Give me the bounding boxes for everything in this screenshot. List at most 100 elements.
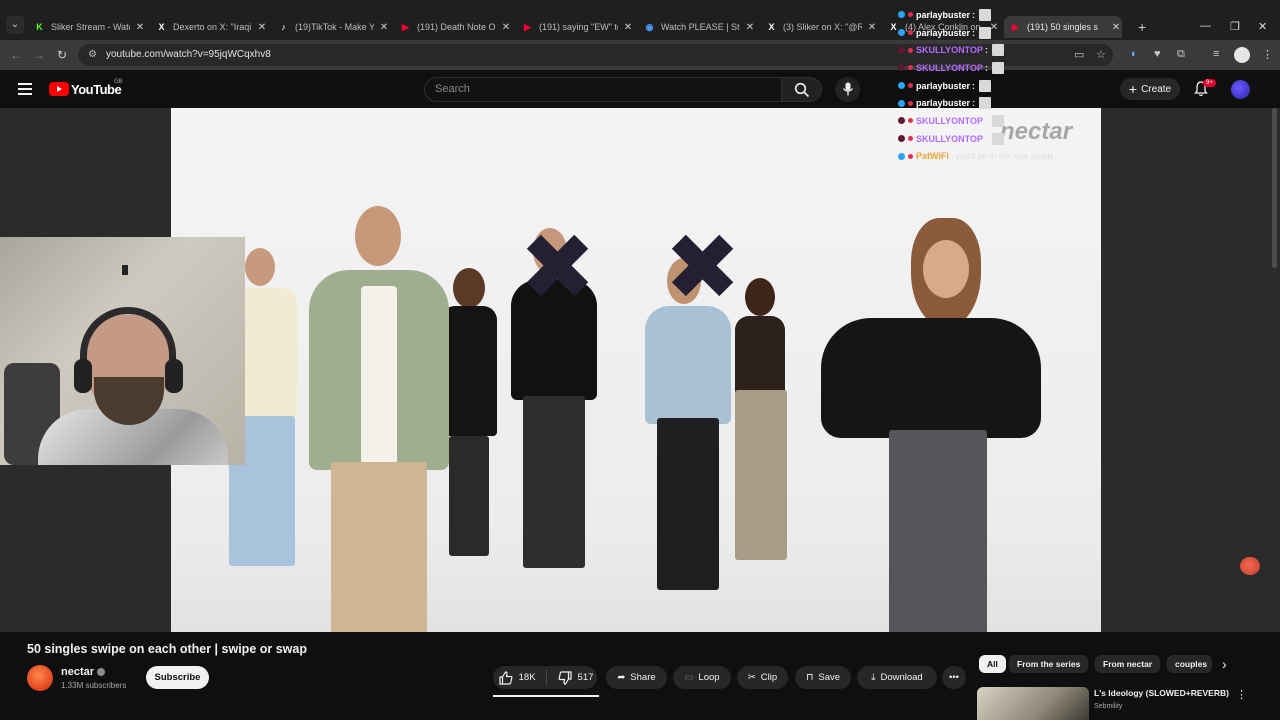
- browser-tab[interactable]: X (3) Sliker on X: "@Ra ✕: [760, 16, 878, 38]
- chat-colon: :: [985, 115, 989, 126]
- voice-search-button[interactable]: [835, 77, 860, 102]
- chip-all[interactable]: All: [979, 655, 1006, 673]
- extension-icon[interactable]: ◗: [1130, 48, 1137, 60]
- loop-button[interactable]: ▭ Loop: [673, 666, 731, 689]
- tab-close-icon[interactable]: ✕: [256, 22, 268, 33]
- dislike-button[interactable]: 517: [552, 670, 598, 685]
- verified-badge-icon: [97, 668, 106, 677]
- chat-sub-badge-icon: [908, 118, 913, 124]
- channel-name-row[interactable]: nectar: [61, 666, 106, 678]
- chat-badge-icon: [898, 135, 905, 143]
- tab-favicon-icon: ▶: [402, 21, 409, 32]
- hamburger-menu-icon[interactable]: [18, 83, 32, 98]
- tab-favicon-icon: X: [158, 21, 165, 32]
- chat-badge-icon: [898, 99, 905, 107]
- chat-username: parlaybuster: [916, 9, 971, 20]
- url-text[interactable]: youtube.com/watch?v=95jqWCqxhv8: [106, 49, 271, 60]
- chat-message: SKULLYONTOP:: [898, 130, 1098, 148]
- tab-search-button[interactable]: ⌄: [6, 16, 24, 34]
- browser-tab[interactable]: K Sliker Stream - Watch ✕: [28, 16, 146, 38]
- video-player[interactable]: ✖ ✖: [171, 108, 1101, 632]
- browser-profile-avatar[interactable]: [1234, 47, 1250, 63]
- tab-groups-icon[interactable]: ≡: [1213, 48, 1219, 60]
- scrollbar-thumb[interactable]: [1272, 108, 1277, 268]
- tab-favicon-icon: K: [36, 21, 43, 32]
- tab-favicon-icon: ▶: [524, 21, 531, 32]
- recommendation-thumbnail[interactable]: [977, 687, 1089, 720]
- download-button[interactable]: ⤓ Download: [857, 666, 937, 689]
- like-dislike-group: 18K 517: [493, 666, 597, 689]
- browser-menu-icon[interactable]: ⋮: [1262, 48, 1273, 61]
- chat-emote-icon: [979, 97, 992, 110]
- chip-from-nectar[interactable]: From nectar: [1095, 655, 1161, 673]
- tab-close-icon[interactable]: ✕: [622, 22, 634, 33]
- like-ratio-bar: [493, 695, 599, 697]
- chip-from-the-series[interactable]: From the series: [1009, 655, 1089, 673]
- chat-emote-icon: [992, 61, 1005, 74]
- youtube-logo-icon[interactable]: [49, 82, 69, 96]
- chip-couples[interactable]: couples: [1167, 655, 1212, 673]
- recommendation-title[interactable]: L's Ideology (SLOWED+REVERB): [1094, 688, 1229, 698]
- chat-emote-icon: [992, 132, 1005, 145]
- tab-close-icon[interactable]: ✕: [500, 22, 512, 33]
- thumbs-up-icon: [499, 670, 513, 685]
- search-icon: [794, 82, 810, 98]
- tab-close-icon[interactable]: ✕: [378, 22, 390, 33]
- browser-tab[interactable]: ♪ (19)TikTok - Make Yo ✕: [272, 16, 390, 38]
- site-info-icon[interactable]: ⚙: [88, 49, 97, 60]
- save-button[interactable]: ⊓ Save: [795, 666, 851, 689]
- channel-name[interactable]: nectar: [61, 666, 94, 678]
- scissors-icon: ✂: [747, 672, 756, 683]
- like-button[interactable]: 18K: [493, 670, 547, 685]
- tab-close-icon[interactable]: ✕: [866, 22, 878, 33]
- window-close-button[interactable]: ✕: [1258, 20, 1267, 33]
- browser-tab[interactable]: X Dexerto on X: "Iraqi c ✕: [150, 16, 268, 38]
- search-box[interactable]: [424, 77, 782, 102]
- browser-tab[interactable]: ▶ (191) saying "EW" to ✕: [516, 16, 634, 38]
- tab-title: (191) Death Note OS: [417, 22, 496, 32]
- chevron-right-icon[interactable]: ›: [1222, 656, 1227, 672]
- chat-username: SKULLYONTOP: [916, 115, 984, 126]
- browser-tab[interactable]: ◉ Watch PLEASE | Strea ✕: [638, 16, 756, 38]
- search-input[interactable]: [435, 83, 765, 95]
- tab-favicon-icon: ♪: [281, 21, 286, 32]
- forward-icon[interactable]: →: [33, 48, 45, 62]
- share-icon: ➦: [617, 672, 626, 683]
- tab-close-icon[interactable]: ✕: [744, 22, 756, 33]
- more-actions-button[interactable]: •••: [942, 666, 966, 689]
- browser-tab[interactable]: ▶ (191) Death Note OS ✕: [394, 16, 512, 38]
- chat-message: parlaybuster:: [898, 94, 1098, 112]
- chat-colon: :: [972, 80, 976, 91]
- reload-icon[interactable]: ↻: [57, 48, 67, 62]
- more-vertical-icon[interactable]: ⋮: [1236, 688, 1247, 701]
- like-count: 18K: [518, 672, 536, 683]
- extensions-puzzle-icon[interactable]: ⧉: [1177, 48, 1185, 61]
- subscribe-button[interactable]: Subscribe: [146, 666, 209, 689]
- chat-sub-badge-icon: [908, 47, 913, 53]
- video-title: 50 singles swipe on each other | swipe o…: [27, 642, 307, 656]
- tab-title: Dexerto on X: "Iraqi c: [173, 22, 252, 32]
- create-button[interactable]: + Create: [1120, 78, 1180, 100]
- chat-message: SKULLYONTOP:: [898, 41, 1098, 59]
- extension-icon-2[interactable]: ♥: [1154, 48, 1161, 60]
- tab-close-icon[interactable]: ✕: [134, 22, 146, 33]
- clip-button[interactable]: ✂ Clip: [737, 666, 788, 689]
- tab-title: (3) Sliker on X: "@Ra: [783, 22, 862, 32]
- share-button[interactable]: ➦ Share: [606, 666, 667, 689]
- thumbs-down-icon: [558, 670, 572, 685]
- account-avatar[interactable]: [1231, 80, 1250, 99]
- rejected-x-mark-icon: ✖: [664, 214, 742, 321]
- maximize-button[interactable]: ❐: [1230, 20, 1240, 33]
- search-button[interactable]: [782, 77, 822, 102]
- recommendation-channel[interactable]: Sebmility: [1094, 703, 1122, 710]
- back-icon[interactable]: ←: [10, 48, 22, 62]
- chat-username: PatWiFi: [916, 151, 949, 162]
- bookmark-icon: ⊓: [805, 672, 814, 683]
- page-scrollbar[interactable]: [1270, 108, 1278, 698]
- chat-sub-badge-icon: [908, 30, 913, 36]
- channel-avatar[interactable]: [27, 665, 53, 691]
- tab-close-icon[interactable]: ✕: [1110, 22, 1122, 33]
- new-tab-button[interactable]: +: [1138, 19, 1146, 35]
- chat-sub-badge-icon: [908, 136, 913, 142]
- minimize-button[interactable]: —: [1200, 20, 1211, 32]
